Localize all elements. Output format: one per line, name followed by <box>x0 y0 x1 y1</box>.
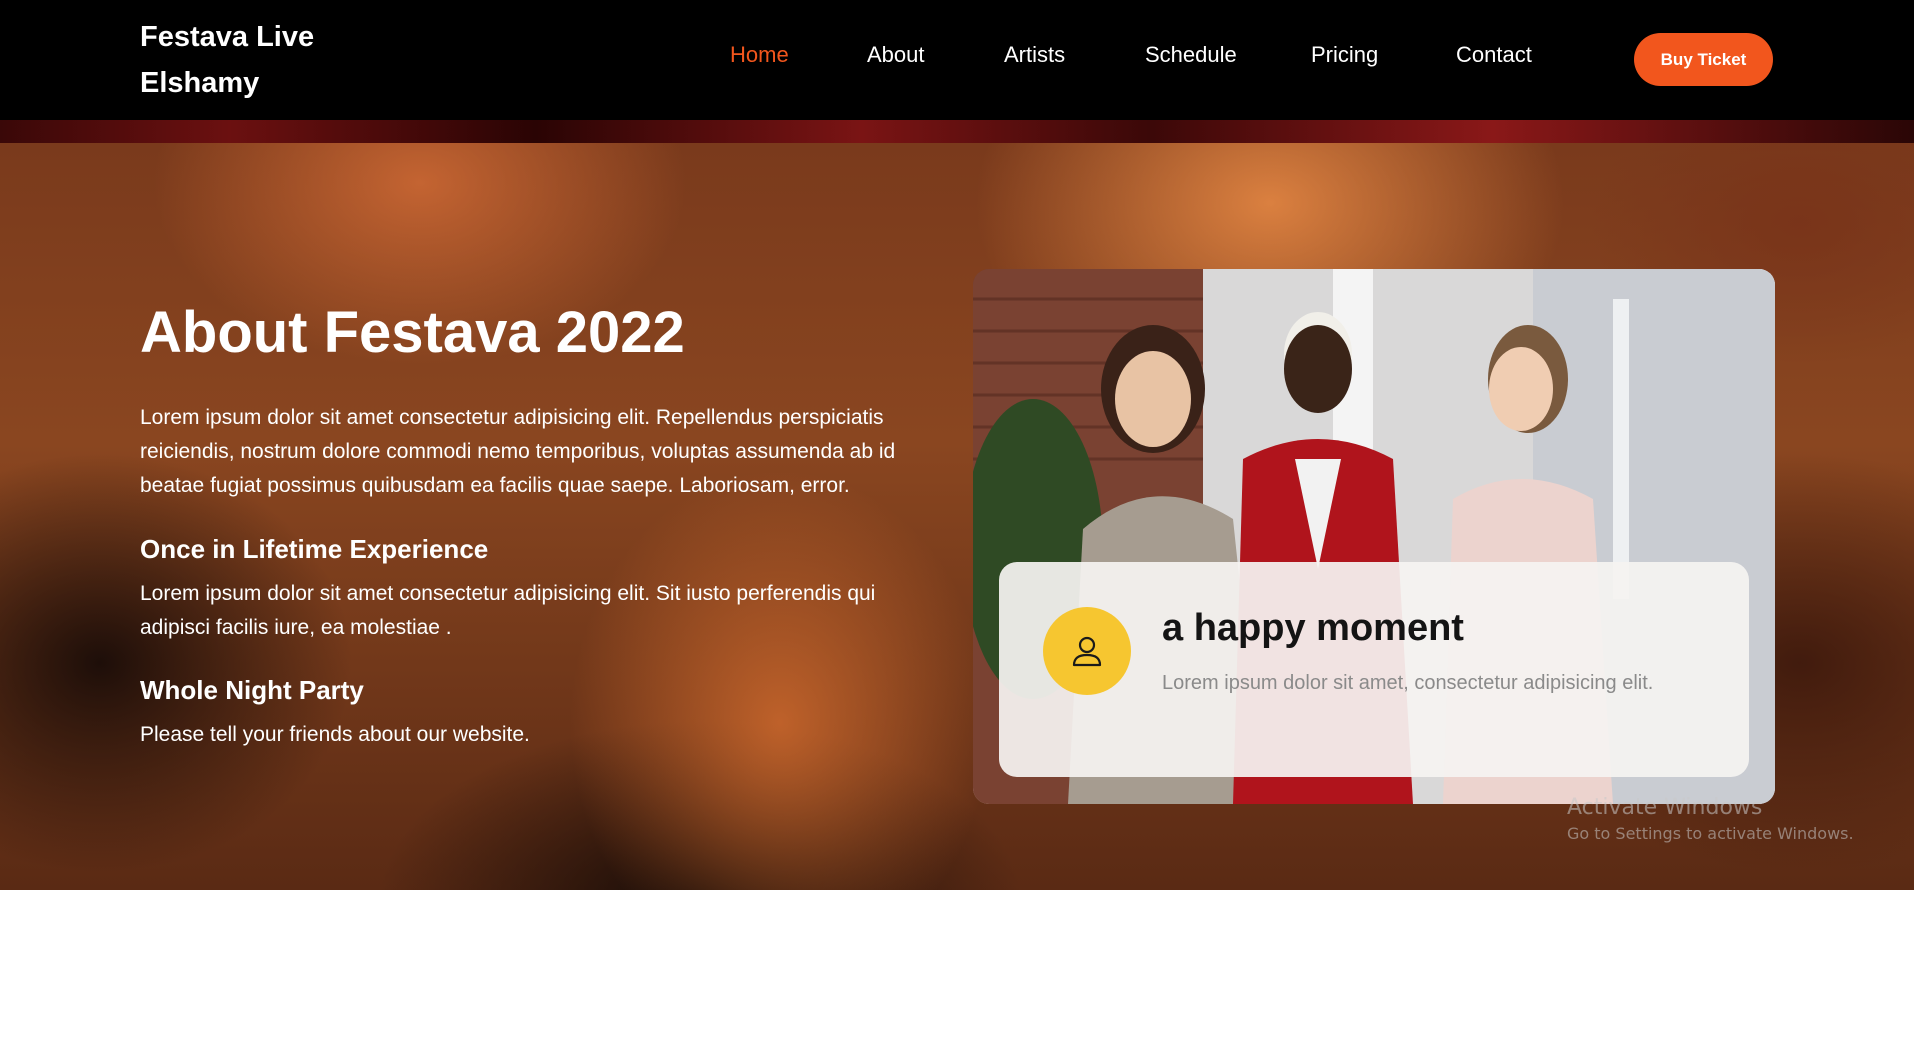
feature-text-party: Please tell your friends about our websi… <box>140 723 530 746</box>
nav-link-about[interactable]: About <box>867 42 925 68</box>
nav-link-artists[interactable]: Artists <box>1004 42 1065 68</box>
moment-text: Lorem ipsum dolor sit amet, consectetur … <box>1162 672 1654 694</box>
feature-heading-lifetime: Once in Lifetime Experience <box>140 534 489 564</box>
person-icon <box>1072 636 1102 667</box>
brand-line-1: Festava Live <box>140 21 315 53</box>
buy-ticket-button[interactable]: Buy Ticket <box>1634 33 1773 86</box>
feature-heading-party: Whole Night Party <box>140 675 364 705</box>
about-body: Lorem ipsum dolor sit amet consectetur a… <box>140 406 896 497</box>
nav-link-pricing[interactable]: Pricing <box>1311 42 1378 68</box>
windows-activation-watermark: Activate Windows Go to Settings to activ… <box>1567 794 1854 846</box>
about-section: About Festava 2022 Lorem ipsum dolor sit… <box>0 143 1914 890</box>
nav-link-schedule[interactable]: Schedule <box>1145 42 1237 68</box>
about-title: About Festava 2022 <box>140 300 685 365</box>
moment-avatar <box>1043 607 1131 695</box>
nav-link-contact[interactable]: Contact <box>1456 42 1532 68</box>
watermark-line-2: Go to Settings to activate Windows. <box>1567 824 1854 843</box>
watermark-line-1: Activate Windows <box>1567 795 1763 820</box>
brand-line-2: Elshamy <box>140 67 260 99</box>
moment-title: a happy moment <box>1162 607 1464 649</box>
site-brand[interactable]: Festava Live Elshamy <box>140 14 400 106</box>
nav-link-home[interactable]: Home <box>730 42 789 68</box>
hero-strip <box>0 120 1914 143</box>
feature-text-lifetime: Lorem ipsum dolor sit amet consectetur a… <box>140 582 876 639</box>
navbar: Festava Live Elshamy Home About Artists … <box>0 0 1914 120</box>
